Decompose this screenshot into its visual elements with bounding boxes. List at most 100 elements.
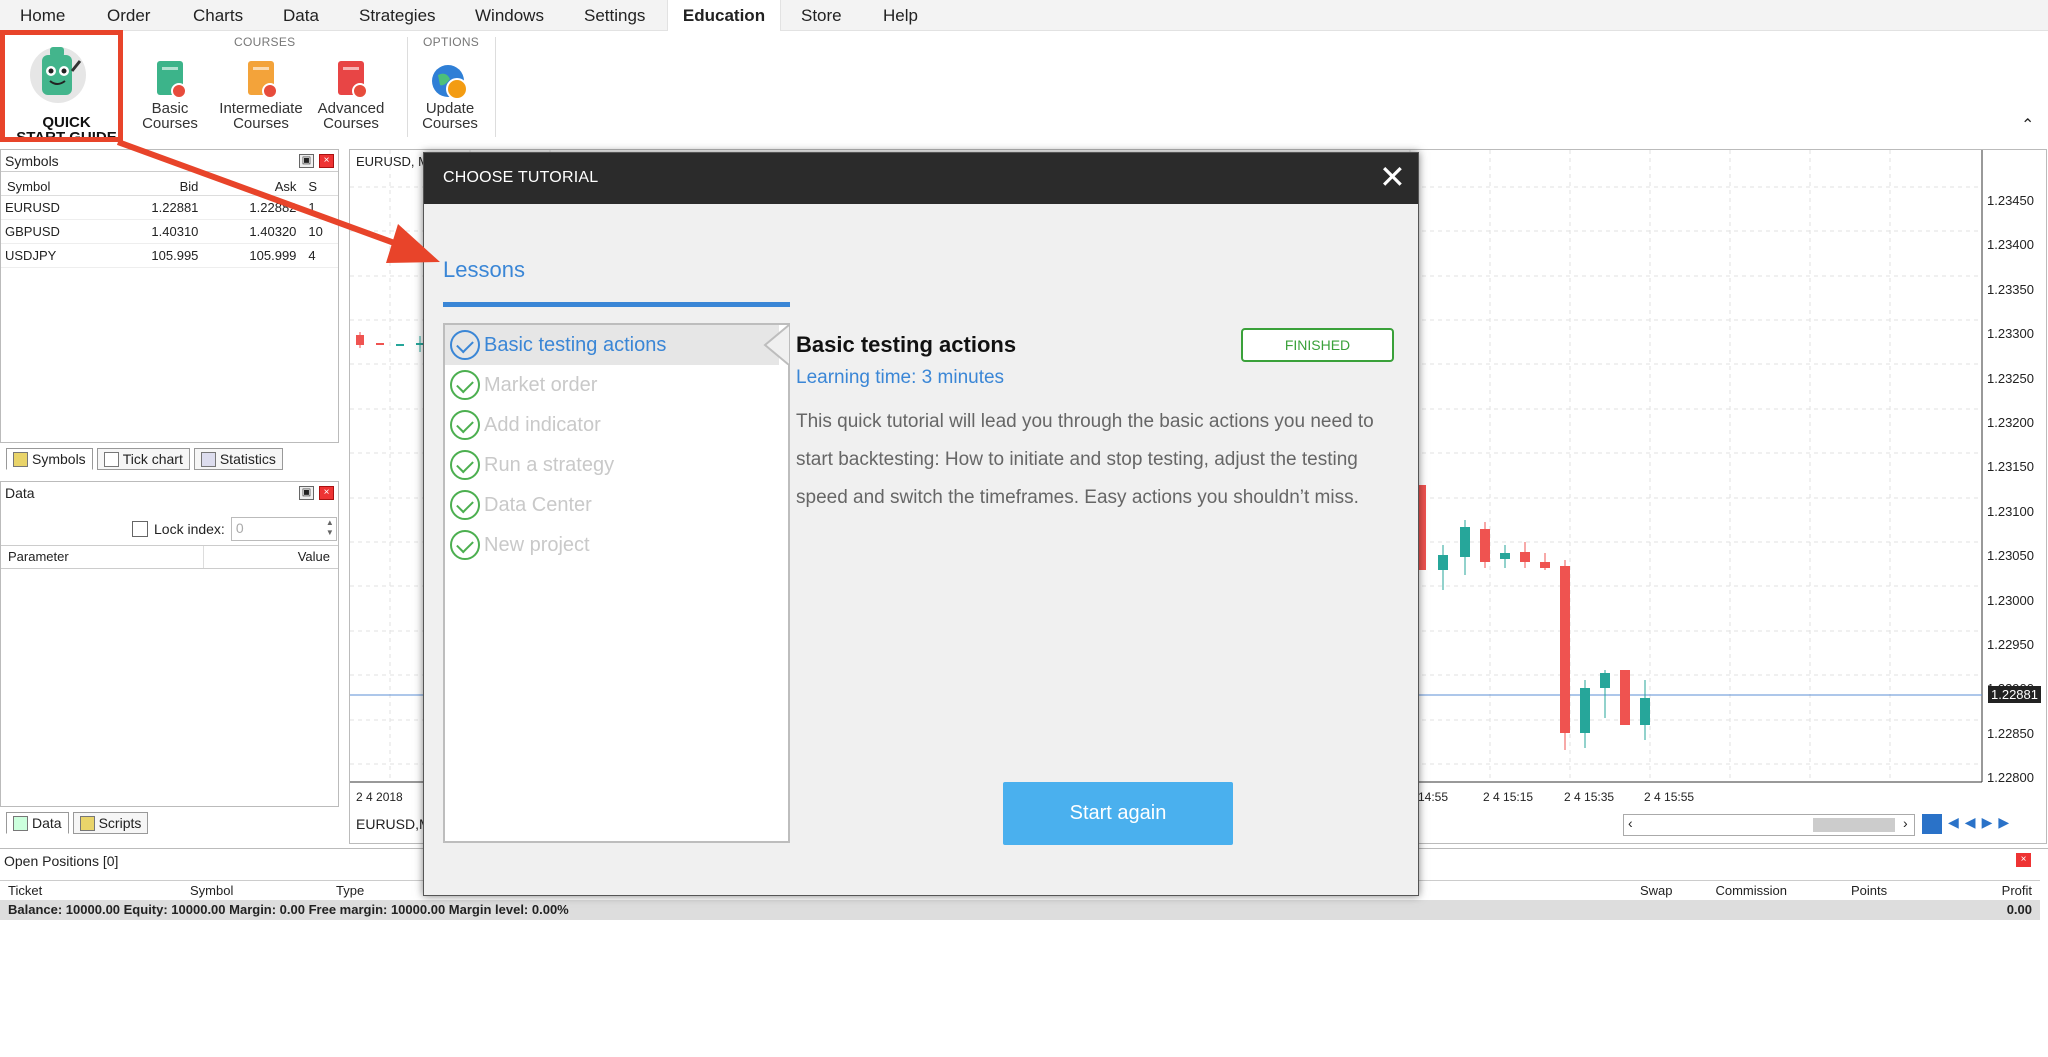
price-label: 1.23250 [1987,370,2034,386]
lock-index-checkbox[interactable] [132,521,148,537]
col-ask: Ask [274,179,297,194]
basic-courses-button[interactable]: Basic Courses [130,61,210,131]
menu-charts[interactable]: Charts [183,0,253,31]
lesson-label: Data Center [484,493,592,516]
tab-scripts[interactable]: Scripts [72,812,149,834]
current-price-tag: 1.22881 [1988,686,2041,703]
lock-index-row: Lock index: 0 ▲ ▼ [132,517,337,541]
col-value: Value [297,549,330,564]
cell: USDJPY [5,248,57,263]
prev-bar-icon[interactable]: ◀ [1965,814,1976,834]
price-label: 1.22800 [1987,770,2034,786]
price-axis: 1.23450 1.23400 1.23350 1.23300 1.23250 … [1987,179,2034,801]
cell: 1 [308,200,316,215]
symbols-table: Symbol Bid Ask S EURUSD 1.22881 1.22882 1 G… [1,178,338,268]
cell: 1.40320 [249,224,297,239]
lesson-run-strategy[interactable]: Run a strategy [445,445,779,485]
check-circle-icon [450,370,480,400]
tab-label: Scripts [98,814,142,831]
menu-help[interactable]: Help [873,0,928,31]
menu-store[interactable]: Store [791,0,852,31]
lock-index-value: 0 [235,520,244,536]
chart-scrollbar[interactable]: ‹ › [1623,814,1915,836]
price-label: 1.23350 [1987,281,2034,297]
chart-tab-label[interactable]: EURUSD,M [356,816,431,832]
lesson-label: Run a strategy [484,453,615,476]
time-label: 2 4 15:15 [1483,790,1534,804]
menu-data[interactable]: Data [273,0,329,31]
advanced-line2: Courses [323,115,379,132]
price-label: 1.23100 [1987,503,2034,519]
globe-update-icon [432,65,468,100]
lesson-basic-testing[interactable]: Basic testing actions [445,325,789,365]
table-row[interactable]: EURUSD 1.22881 1.22882 1 [1,196,338,220]
chart-settings-icon[interactable] [1922,814,1942,834]
lock-index-input[interactable]: 0 ▲ ▼ [230,517,337,541]
close-icon[interactable]: × [319,154,334,168]
menu-home[interactable]: Home [10,0,75,31]
ribbon-separator [495,37,496,137]
last-bar-icon[interactable]: ▶ [1998,814,2009,834]
cell: 1.22881 [151,200,199,215]
lesson-add-indicator[interactable]: Add indicator [445,405,779,445]
price-label: 1.22850 [1987,725,2034,741]
restore-icon[interactable]: ▣ [299,154,314,168]
menu-strategies[interactable]: Strategies [349,0,446,31]
balance-profit: 0.00 [2006,902,2032,917]
scroll-left-icon[interactable]: ‹ [1628,815,1633,831]
spinner-icon[interactable]: ▲ ▼ [326,518,334,538]
next-bar-icon[interactable]: ▶ [1982,814,1993,834]
lessons-underline [443,302,790,307]
options-caption: OPTIONS [423,35,480,49]
col-parameter: Parameter [1,546,204,568]
update-courses-button[interactable]: Update Courses [410,61,490,131]
lessons-list: Basic testing actions Market order Add i… [443,323,790,843]
advanced-courses-button[interactable]: Advanced Courses [311,61,391,131]
time-label: 2 4 15:55 [1644,790,1695,804]
line-chart-icon [103,451,119,467]
positions-title: Open Positions [0] [4,853,119,869]
menu-education[interactable]: Education [667,0,781,32]
menu-settings[interactable]: Settings [574,0,655,31]
lesson-label: Basic testing actions [484,333,667,356]
price-label: 1.22950 [1987,637,2034,653]
tab-data[interactable]: Data [6,812,69,834]
tab-symbols[interactable]: Symbols [6,448,93,470]
intermediate-courses-button[interactable]: Intermediate Courses [218,61,304,131]
scroll-thumb[interactable] [1813,818,1895,832]
price-label: 1.23450 [1987,193,2034,208]
balance-row: Balance: 10000.00 Equity: 10000.00 Margi… [0,900,2040,920]
lesson-new-project[interactable]: New project [445,525,779,565]
close-icon[interactable]: × [319,486,334,500]
menu-order[interactable]: Order [97,0,160,31]
tab-label: Statistics [219,450,276,467]
tab-tick-chart[interactable]: Tick chart [96,448,190,470]
lesson-description: This quick tutorial will lead you throug… [796,411,1374,508]
first-bar-icon[interactable]: ◀ [1948,814,1959,834]
price-label: 1.23150 [1987,459,2034,475]
start-again-button[interactable]: Start again [1003,782,1233,845]
lesson-data-center[interactable]: Data Center [445,485,779,525]
cell: GBPUSD [5,224,60,239]
ribbon-separator [407,37,408,137]
table-row[interactable]: USDJPY 105.995 105.999 4 [1,244,338,268]
col-profit: Profit [2001,883,2032,898]
data-tabs: Data Scripts [6,812,149,834]
tab-statistics[interactable]: Statistics [193,448,283,470]
collapse-ribbon-icon[interactable]: ⌃ [2021,115,2034,135]
close-icon[interactable]: ✕ [1379,161,1406,193]
menu-windows[interactable]: Windows [465,0,554,31]
cell: 105.995 [151,248,199,263]
col-type: Type [336,883,365,898]
price-label: 1.23300 [1987,326,2034,342]
cell: 1.40310 [151,224,199,239]
courses-caption: COURSES [234,35,296,49]
cell: 1.22882 [249,200,297,215]
close-icon[interactable]: × [2016,853,2031,867]
restore-icon[interactable]: ▣ [299,486,314,500]
table-row[interactable]: GBPUSD 1.40310 1.40320 10 [1,220,338,244]
scroll-right-icon[interactable]: › [1903,815,1908,831]
lesson-market-order[interactable]: Market order [445,365,779,405]
col-points: Points [1851,883,1888,898]
red-book-icon [338,61,368,99]
